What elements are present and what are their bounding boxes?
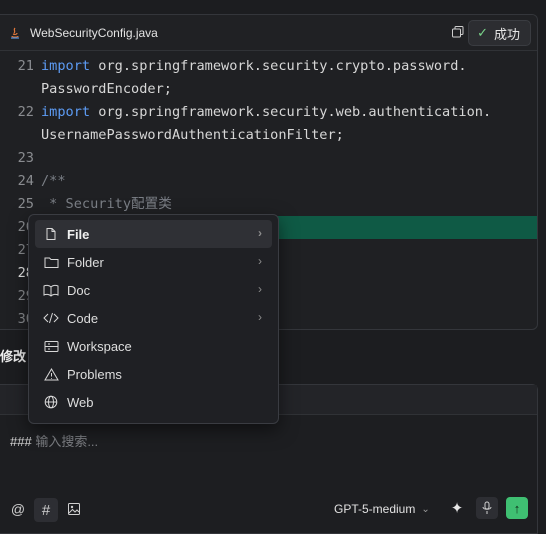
- input-prefix: ###: [10, 434, 36, 449]
- context-menu: File › Folder › Doc › Code › Workspace Problems We…: [28, 214, 279, 424]
- code-text: import org.springframework.security.cryp…: [41, 55, 467, 78]
- panel-title: 修改: [0, 349, 27, 364]
- code-token: UsernamePasswordAuthenticationFilter;: [41, 127, 344, 143]
- code-block-header: WebSecurityConfig.java ✓ 成功: [0, 15, 537, 51]
- line-number: 24: [17, 173, 34, 189]
- arrow-up-icon: ↑: [513, 500, 521, 516]
- check-icon: ✓: [477, 25, 488, 40]
- send-button[interactable]: ↑: [506, 497, 528, 519]
- workspace-icon: [43, 338, 59, 354]
- menu-item-label: Doc: [67, 282, 91, 298]
- code-line: 24 /**: [0, 170, 537, 193]
- success-badge[interactable]: ✓ 成功: [468, 20, 531, 46]
- menu-item-problems[interactable]: Problems: [35, 360, 272, 388]
- input-placeholder: 输入搜索...: [35, 434, 99, 449]
- microphone-icon: [482, 501, 492, 514]
- menu-item-workspace[interactable]: Workspace: [35, 332, 272, 360]
- code-token: PasswordEncoder;: [41, 81, 172, 97]
- code-token: /**: [41, 173, 66, 189]
- line-number: 23: [17, 150, 34, 166]
- line-number: 25: [17, 196, 34, 212]
- menu-item-code[interactable]: Code ›: [35, 304, 272, 332]
- file-icon: [43, 226, 59, 242]
- model-label: GPT-5-medium: [334, 502, 416, 516]
- menu-item-label: Problems: [67, 366, 122, 382]
- chevron-right-icon: ›: [258, 282, 262, 296]
- code-text: /**: [41, 170, 66, 193]
- model-selector[interactable]: GPT-5-medium ⌄: [334, 502, 430, 516]
- menu-item-label: Web: [67, 394, 94, 410]
- chevron-right-icon: ›: [258, 254, 262, 268]
- chevron-down-icon: ⌄: [421, 503, 430, 515]
- globe-icon: [43, 394, 59, 410]
- mention-button[interactable]: @: [8, 498, 28, 520]
- menu-item-file[interactable]: File ›: [35, 220, 272, 248]
- code-token: * Security配置类: [41, 196, 172, 212]
- menu-item-web[interactable]: Web: [35, 388, 272, 416]
- chevron-right-icon: ›: [258, 310, 262, 324]
- folder-icon: [43, 254, 59, 270]
- file-name: WebSecurityConfig.java: [30, 25, 158, 40]
- code-text: UsernamePasswordAuthenticationFilter;: [41, 124, 344, 147]
- menu-item-doc[interactable]: Doc ›: [35, 276, 272, 304]
- hash-context-button[interactable]: #: [34, 498, 58, 522]
- code-text: * Security配置类: [41, 193, 172, 216]
- microphone-button[interactable]: [476, 497, 498, 519]
- warning-icon: [43, 366, 59, 382]
- code-token: org.springframework.security.crypto.pass…: [90, 58, 467, 74]
- code-icon: [43, 310, 59, 326]
- copy-icon[interactable]: [451, 25, 465, 39]
- code-text: import org.springframework.security.web.…: [41, 101, 491, 124]
- line-number: 21: [17, 58, 34, 74]
- book-icon: [43, 282, 59, 298]
- menu-item-label: File: [67, 226, 90, 242]
- code-line: UsernamePasswordAuthenticationFilter;: [0, 124, 537, 147]
- menu-item-label: Folder: [67, 254, 104, 270]
- code-line: 21 import org.springframework.security.cr…: [0, 55, 537, 78]
- code-line: PasswordEncoder;: [0, 78, 537, 101]
- status-label: 成功: [493, 26, 520, 42]
- menu-item-label: Workspace: [67, 338, 132, 354]
- menu-item-folder[interactable]: Folder ›: [35, 248, 272, 276]
- line-number: 22: [17, 104, 34, 120]
- image-icon: [68, 503, 80, 515]
- java-file-icon: [8, 26, 22, 40]
- chevron-right-icon: ›: [258, 226, 262, 240]
- code-token: import: [41, 104, 91, 120]
- code-token: org.springframework.security.web.authent…: [90, 104, 492, 120]
- code-line: 23: [0, 147, 537, 170]
- code-line: 25 * Security配置类: [0, 193, 537, 216]
- chat-input[interactable]: ### 输入搜索...: [10, 431, 98, 450]
- code-text: PasswordEncoder;: [41, 78, 172, 101]
- code-token: import: [41, 58, 91, 74]
- code-line: 22 import org.springframework.security.we…: [0, 101, 537, 124]
- image-upload-button[interactable]: [64, 498, 84, 520]
- sparkle-icon[interactable]: ✦: [448, 499, 466, 517]
- menu-item-label: Code: [67, 310, 99, 326]
